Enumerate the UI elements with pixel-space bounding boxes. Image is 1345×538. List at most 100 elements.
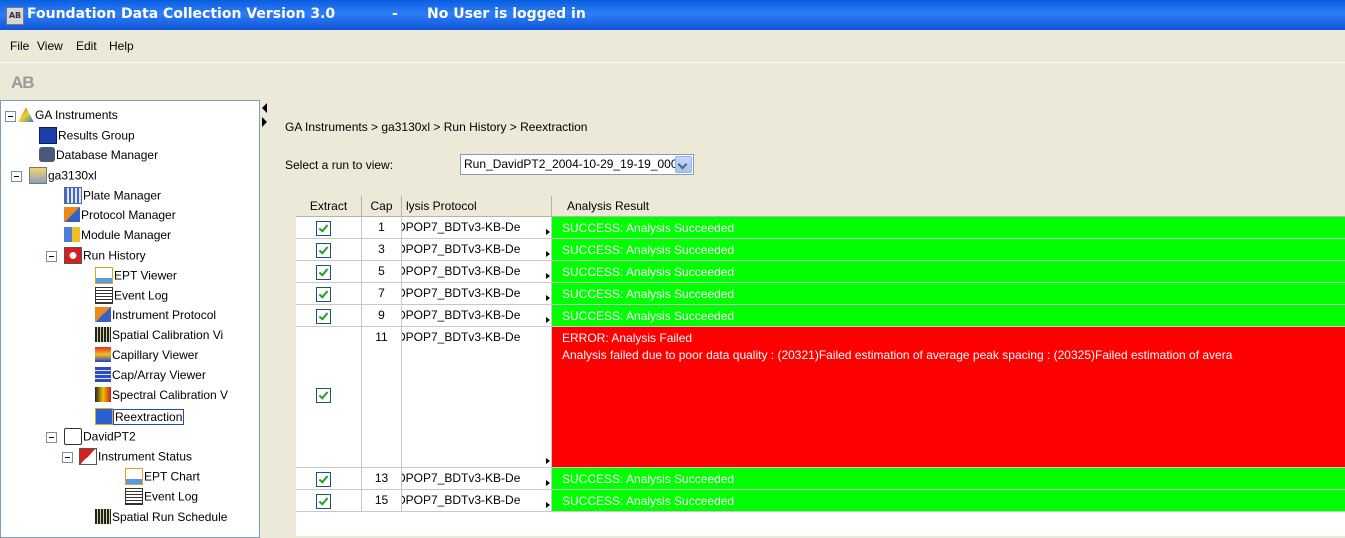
tree-item-instrument-status[interactable]: Instrument Status [79,448,192,468]
breadcrumb: GA Instruments > ga3130xl > Run History … [285,120,588,134]
result-cell: SUCCESS: Analysis Succeeded [552,261,1345,283]
protocol-dropdown-icon[interactable] [546,480,550,486]
result-cell: ERROR: Analysis Failed Analysis failed du… [552,327,1345,468]
extract-checkbox[interactable] [316,472,331,487]
title-bar: AB Foundation Data Collection Version 3.… [0,0,1345,30]
tree-item-reextraction[interactable]: Reextraction [95,408,185,428]
tree-item-ept-viewer[interactable]: EPT Viewer [95,267,177,287]
tree-toggle[interactable] [46,251,57,262]
extract-checkbox[interactable] [316,388,331,403]
tree-item-event-log[interactable]: Event Log [125,488,198,508]
tree-item-spatial-run-schedule[interactable]: Spatial Run Schedule [95,509,227,529]
menu-help[interactable]: Help [109,39,134,53]
menu-file[interactable]: File [10,39,29,53]
extract-cell [296,327,362,468]
result-status: SUCCESS: Analysis Succeeded [562,243,735,257]
menu-edit[interactable]: Edit [76,39,97,53]
collapse-left-icon[interactable] [262,103,267,113]
tree-item-plate-manager[interactable]: Plate Manager [64,187,161,207]
tree-item-database-manager[interactable]: Database Manager [39,147,158,167]
extract-cell [296,468,362,490]
tree-item-instrument-protocol[interactable]: Instrument Protocol [95,307,216,327]
protocol-cell[interactable]: DPOP7_BDTv3-KB-De [402,305,552,327]
run-select[interactable]: Run_DavidPT2_2004-10-29_19-19_0005 [460,154,694,175]
protocol-dropdown-icon[interactable] [546,273,550,279]
protocol-dropdown-icon[interactable] [546,229,550,235]
extract-checkbox[interactable] [316,265,331,280]
reextraction-icon [95,408,113,425]
result-status: SUCCESS: Analysis Succeeded [562,221,735,235]
tree-item-ga-instruments[interactable]: GA Instruments [18,107,118,127]
tree-item-label: ga3130xl [48,168,97,183]
protocol-value: DPOP7_BDTv3-KB-De [402,330,521,344]
tree-item-label: Spatial Calibration Vi [112,327,224,342]
chart-icon [125,468,143,485]
reextraction-table: Extract Cap lysis Protocol Analysis Resu… [296,196,1345,536]
cap-cell: 7 [362,283,402,305]
tree-item-module-manager[interactable]: Module Manager [64,227,171,247]
protocol-icon [64,207,80,223]
column-header-result[interactable]: Analysis Result [552,196,1345,217]
tree-item-davidpt2[interactable]: DavidPT2 [64,428,136,448]
cap-cell: 15 [362,490,402,512]
protocol-dropdown-icon[interactable] [546,502,550,508]
tree-item-spatial-calibration-vi[interactable]: Spatial Calibration Vi [95,327,223,347]
result-status: ERROR: Analysis Failed [562,331,693,345]
expand-right-icon[interactable] [262,117,267,127]
tree-item-spectral-calibration-v[interactable]: Spectral Calibration V [95,387,228,407]
tree-toggle[interactable] [5,111,16,122]
protocol-cell[interactable]: DPOP7_BDTv3-KB-De [402,490,552,512]
protocol-cell[interactable]: DPOP7_BDTv3-KB-De [402,261,552,283]
tree-toggle[interactable] [11,171,22,182]
spatial-icon [95,327,111,343]
protocol-cell[interactable]: DPOP7_BDTv3-KB-De [402,283,552,305]
tree-item-label: DavidPT2 [83,429,136,444]
protocol-dropdown-icon[interactable] [546,295,550,301]
spatial-icon [95,509,111,525]
result-cell: SUCCESS: Analysis Succeeded [552,283,1345,305]
protocol-dropdown-icon[interactable] [546,251,550,257]
protocol-cell[interactable]: DPOP7_BDTv3-KB-De [402,327,552,468]
array-icon [95,367,111,383]
protocol-cell[interactable]: DPOP7_BDTv3-KB-De [402,468,552,490]
protocol-cell[interactable]: DPOP7_BDTv3-KB-De [402,239,552,261]
tree-item-protocol-manager[interactable]: Protocol Manager [64,207,176,227]
tree-toggle[interactable] [46,432,57,443]
tree-item-run-history[interactable]: Run History [64,247,146,267]
protocol-value: DPOP7_BDTv3-KB-De [402,471,521,485]
tree-item-results-group[interactable]: Results Group [39,127,135,147]
pane-splitter[interactable] [260,100,269,536]
extract-checkbox[interactable] [316,309,331,324]
tree-toggle[interactable] [62,452,73,463]
extract-cell [296,305,362,327]
protocol-dropdown-icon[interactable] [546,317,550,323]
result-detail: Analysis failed due to poor data quality… [562,348,1233,362]
extract-checkbox[interactable] [316,243,331,258]
tree-item-label: Results Group [58,128,135,143]
main-panel: GA Instruments > ga3130xl > Run History … [270,100,1345,536]
tree-item-cap-array-viewer[interactable]: Cap/Array Viewer [95,367,206,387]
tree-item-event-log[interactable]: Event Log [95,287,168,307]
column-header-protocol[interactable]: lysis Protocol [402,196,552,217]
module-icon [64,227,80,243]
protocol-cell[interactable]: DPOP7_BDTv3-KB-De [402,217,552,239]
extract-checkbox[interactable] [316,494,331,509]
extract-cell [296,261,362,283]
app-icon: AB [6,7,24,25]
extract-checkbox[interactable] [316,221,331,236]
column-header-extract[interactable]: Extract [296,196,362,217]
protocol-value: DPOP7_BDTv3-KB-De [402,242,521,256]
result-cell: SUCCESS: Analysis Succeeded [552,468,1345,490]
dropdown-arrow-icon[interactable] [675,156,692,173]
extract-checkbox[interactable] [316,287,331,302]
tree-item-ept-chart[interactable]: EPT Chart [125,468,200,488]
plate-icon [64,187,82,204]
protocol-dropdown-icon[interactable] [546,458,550,464]
tree-item-label: Capillary Viewer [112,347,199,362]
tree-item-capillary-viewer[interactable]: Capillary Viewer [95,347,198,367]
column-header-cap[interactable]: Cap [362,196,402,217]
cap-cell: 5 [362,261,402,283]
result-status: SUCCESS: Analysis Succeeded [562,287,735,301]
menu-view[interactable]: View [37,39,63,53]
tree-item-ga3130xl[interactable]: ga3130xl [29,167,97,187]
